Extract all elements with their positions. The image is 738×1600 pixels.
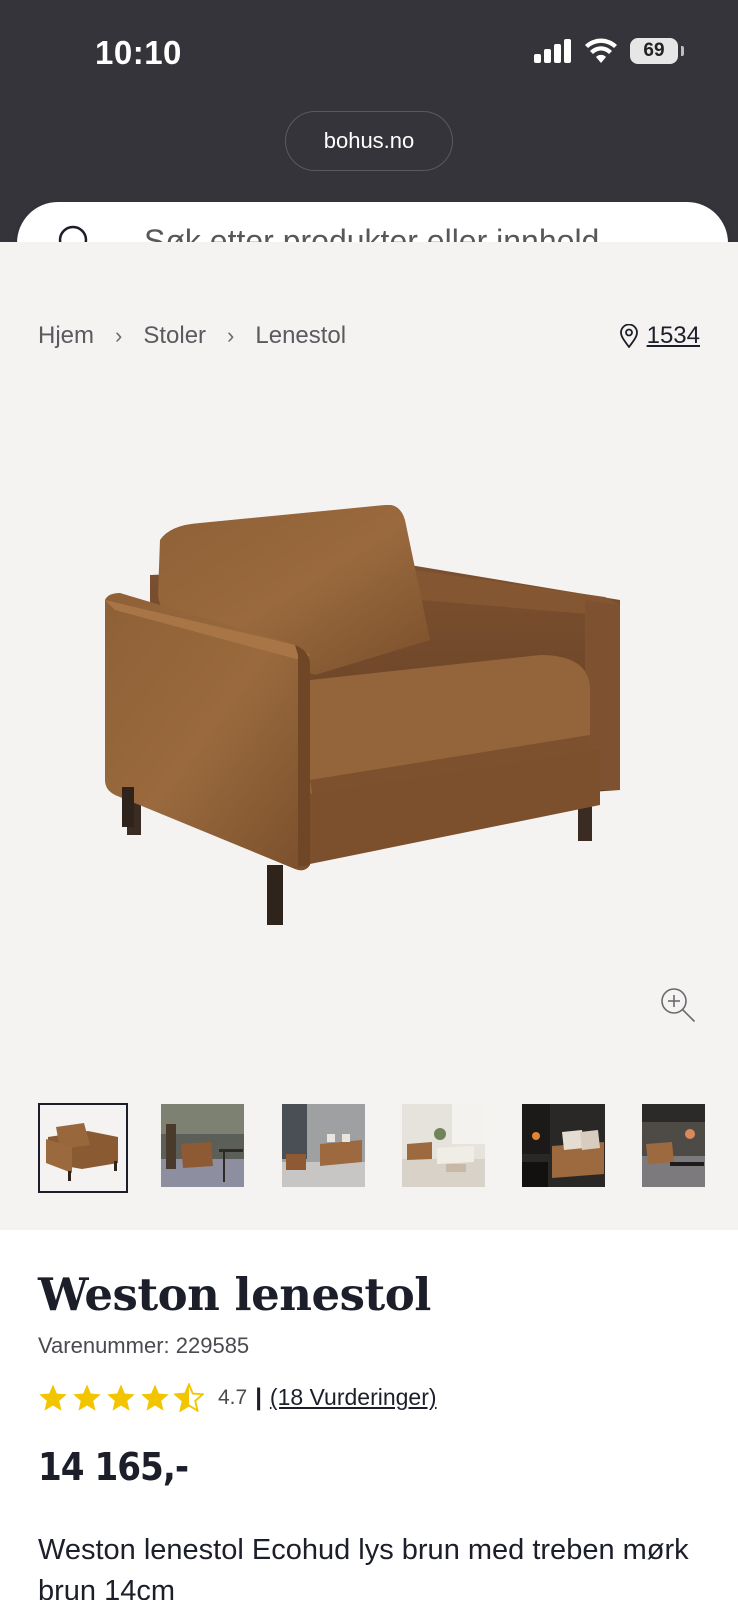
breadcrumb-item-chairs[interactable]: Stoler (143, 322, 206, 350)
product-price: 14 165,- (38, 1445, 189, 1489)
battery-icon: 69 (630, 38, 684, 64)
product-image[interactable] (100, 505, 640, 955)
store-selector[interactable]: 1534 (619, 322, 700, 350)
thumbnail-image (522, 1104, 605, 1187)
product-rating: 4.7 | (18 Vurderinger) (38, 1383, 437, 1412)
status-icons: 69 (534, 38, 684, 64)
product-sku: Varenummer: 229585 (38, 1333, 250, 1358)
breadcrumb: Hjem › Stoler › Lenestol (38, 322, 346, 350)
chevron-right-icon: › (115, 323, 123, 348)
store-id[interactable]: 1534 (647, 322, 700, 350)
product-description: Weston lenestol Ecohud lys brun med treb… (38, 1534, 689, 1600)
thumbnail-image (282, 1104, 365, 1187)
thumbnail-2[interactable] (161, 1104, 244, 1187)
reviews-link[interactable]: (18 Vurderinger) (270, 1384, 437, 1411)
star-icon (141, 1384, 169, 1411)
breadcrumb-item-home[interactable]: Hjem (38, 322, 94, 350)
star-icon (107, 1384, 135, 1411)
thumbnail-image (642, 1104, 705, 1187)
thumbnail-image (40, 1105, 126, 1191)
chevron-right-icon: › (227, 323, 235, 348)
thumbnail-3[interactable] (282, 1104, 365, 1187)
signal-icon (534, 39, 571, 63)
thumbnail-6[interactable] (642, 1104, 705, 1187)
rating-value: 4.7 (218, 1385, 248, 1409)
thumbnail-strip (38, 1103, 738, 1194)
thumbnail-image (402, 1104, 485, 1187)
star-half-icon (174, 1383, 204, 1412)
status-time: 10:10 (95, 34, 182, 71)
thumbnail-5[interactable] (522, 1104, 605, 1187)
thumbnail-1[interactable] (38, 1103, 128, 1193)
product-title: Weston lenestol (38, 1268, 431, 1321)
location-pin-icon (619, 324, 638, 348)
wifi-icon (585, 38, 617, 63)
url-bar[interactable]: bohus.no (285, 111, 453, 171)
star-icon (39, 1384, 67, 1411)
thumbnail-4[interactable] (402, 1104, 485, 1187)
rating-separator: | (255, 1383, 262, 1411)
zoom-in-icon[interactable] (660, 987, 696, 1023)
star-icon (73, 1384, 101, 1411)
thumbnail-image (161, 1104, 244, 1187)
breadcrumb-item-armchair[interactable]: Lenestol (255, 322, 346, 350)
